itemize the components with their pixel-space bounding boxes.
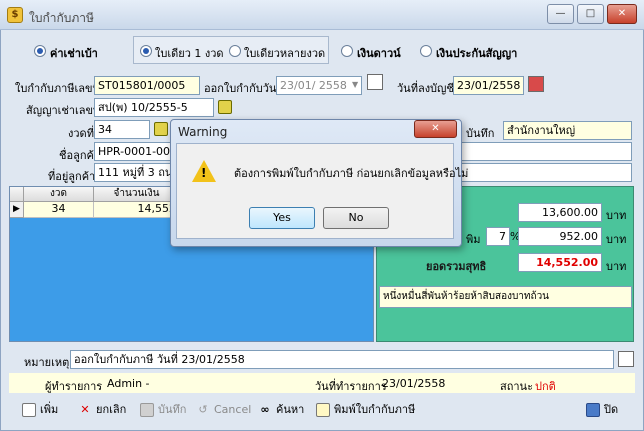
dialog-title: Warning <box>178 125 228 139</box>
grid-col-amount[interactable]: จำนวนเงิน <box>94 187 180 202</box>
radio-down-payment[interactable] <box>341 45 353 57</box>
save-button[interactable]: บันทึก <box>140 398 186 422</box>
new-document-icon <box>22 403 36 417</box>
x-icon: ✕ <box>80 403 90 416</box>
print-document-icon <box>316 403 330 417</box>
txn-date-label: วันที่ทำรายการ <box>315 380 387 393</box>
remark-label: หมายเหตุ <box>24 356 70 369</box>
window-title: ใบกำกับภาษี <box>29 11 94 25</box>
address-field-2[interactable] <box>440 163 632 182</box>
invoice-no-label: ใบกำกับภาษีเลขที่ <box>15 82 100 95</box>
save-button-label: บันทึก <box>158 403 187 416</box>
radio-multi-period[interactable] <box>229 45 241 57</box>
vat-rate-field[interactable]: 7 <box>486 227 510 246</box>
search-button[interactable]: ∞ ค้นหา <box>258 398 304 422</box>
exit-door-icon <box>586 403 600 417</box>
address-label: ที่อยู่ลูกค้า <box>48 170 96 183</box>
net-total-label: ยอดรวมสุทธิ <box>426 260 487 273</box>
contract-label: สัญญาเช่าเลขที่ <box>26 104 101 117</box>
cancel-button[interactable]: ↺ Cancel <box>196 398 251 422</box>
net-total-field[interactable]: 14,552.00 <box>518 253 602 272</box>
radio-down-payment-label: เงินดาวน์ <box>357 47 401 60</box>
print-invoice-button[interactable]: พิมพ์ใบกำกับภาษี <box>316 398 415 422</box>
status-value: ปกติ <box>535 380 556 393</box>
calendar-icon[interactable] <box>528 76 544 92</box>
notes-lookup-icon[interactable] <box>618 351 634 367</box>
floppy-disk-icon <box>140 403 154 417</box>
pointer-lookup-icon[interactable] <box>218 100 232 114</box>
grid-col-period[interactable]: งวด <box>24 187 94 202</box>
radio-single-period[interactable] <box>140 45 152 57</box>
radio-single-period-label: ใบเดียว 1 งวด <box>155 47 224 60</box>
invoice-no-field[interactable]: ST015801/0005 <box>94 76 200 95</box>
account-date-label: วันที่ลงบัญชี <box>397 82 454 95</box>
add-button[interactable]: เพิ่ม <box>22 398 58 422</box>
minimize-button[interactable]: — <box>547 4 574 24</box>
money-bag-icon: $ <box>7 7 23 23</box>
table-row-amount[interactable]: 14,552 <box>94 202 180 218</box>
vat-label: พิม <box>466 233 481 246</box>
radio-insurance[interactable] <box>420 45 432 57</box>
warning-icon-mark: ! <box>201 166 207 180</box>
void-button[interactable]: ✕ ยกเลิก <box>78 398 126 422</box>
radio-insurance-label: เงินประกันสัญญา <box>436 47 518 60</box>
contract-no-field[interactable]: สป(พ) 10/2555-5 <box>94 98 214 117</box>
customer-name-field[interactable] <box>440 142 632 161</box>
unit-label-2: บาท <box>606 233 627 246</box>
unit-label: บาท <box>606 209 627 222</box>
subtotal-field[interactable]: 13,600.00 <box>518 203 602 222</box>
installment-label: งวดที่ <box>68 127 94 140</box>
dialog-message: ต้องการพิมพ์ใบกำกับภาษี ก่อนยกเลิกข้อมูล… <box>234 167 469 180</box>
table-row-period[interactable]: 34 <box>24 202 94 218</box>
unit-label-3: บาท <box>606 260 627 273</box>
txn-date-value: 23/01/2558 <box>382 377 446 390</box>
add-button-label: เพิ่ม <box>40 403 59 416</box>
dialog-close-button[interactable]: ✕ <box>414 120 457 138</box>
account-date-field[interactable]: 23/01/2558 <box>453 76 524 95</box>
radio-rental-label: ค่าเช่าเบ้า <box>50 47 98 60</box>
issue-date-label: ออกใบกำกับวันที่ <box>204 82 284 95</box>
search-button-label: ค้นหา <box>276 403 305 416</box>
branch-field[interactable]: สำนักงานใหญ่ <box>503 121 632 140</box>
close-window-button[interactable]: ✕ <box>607 4 637 24</box>
radio-rental[interactable] <box>34 45 46 57</box>
document-lookup-icon[interactable] <box>367 74 383 90</box>
undo-icon: ↺ <box>198 403 208 416</box>
row-pointer-icon: ▶ <box>10 202 24 218</box>
dialog-body <box>176 143 454 239</box>
print-invoice-button-label: พิมพ์ใบกำกับภาษี <box>334 403 416 416</box>
installment-field[interactable]: 34 <box>94 120 150 139</box>
operator-label: ผู้ทำรายการ <box>45 380 103 393</box>
binoculars-icon: ∞ <box>260 403 270 416</box>
issue-date-field[interactable]: 23/01/ 2558 <box>276 76 362 95</box>
status-label: สถานะ <box>500 380 533 393</box>
yes-button[interactable]: Yes <box>249 207 315 229</box>
exit-button[interactable]: ปิด <box>586 398 618 422</box>
chevron-down-icon[interactable]: ▼ <box>352 80 358 89</box>
record-label: บันทึก <box>466 127 495 140</box>
exit-button-label: ปิด <box>604 403 619 416</box>
no-button[interactable]: No <box>323 207 389 229</box>
vat-amount-field[interactable]: 952.00 <box>518 227 602 246</box>
amount-in-words-field[interactable]: หนึ่งหมื่นสี่พันห้าร้อยห้าสิบสองบาทถ้วน <box>379 286 632 308</box>
maximize-button[interactable]: □ <box>577 4 604 24</box>
radio-multi-period-label: ใบเดียวหลายงวด <box>244 47 326 60</box>
cancel-button-label: Cancel <box>214 403 252 416</box>
remark-field[interactable]: ออกใบกำกับภาษี วันที่ 23/01/2558 <box>70 350 614 369</box>
pointer-lookup-icon-2[interactable] <box>154 122 168 136</box>
operator-value: Admin - <box>107 377 150 390</box>
void-button-label: ยกเลิก <box>96 403 127 416</box>
grid-row-header <box>10 187 24 202</box>
